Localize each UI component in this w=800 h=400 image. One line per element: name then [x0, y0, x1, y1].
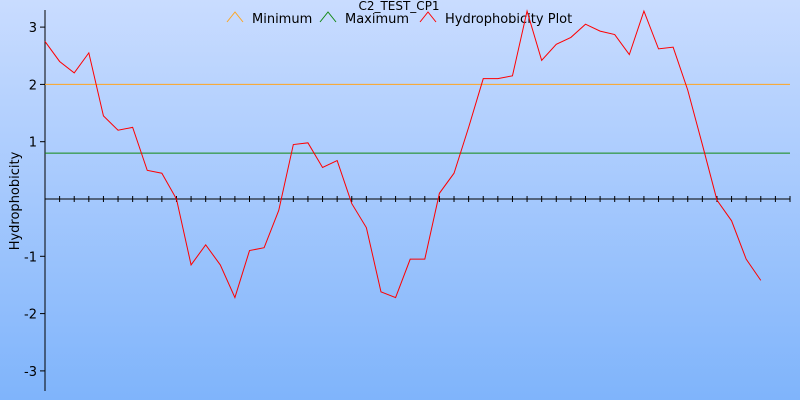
legend: Minimum Maximum Hydrophobicity Plot [226, 11, 572, 27]
y-tick-label: 1 [29, 136, 37, 151]
y-tick-label: -3 [24, 365, 37, 380]
legend-icon-minimum [226, 11, 244, 23]
hydrophobicity-chart: C2_TEST_CP1 Minimum Maximum Hydrophobici… [8, 0, 791, 391]
series-line-hydrophobicity-plot [44, 9, 762, 299]
legend-label-maximum: Maximum [345, 12, 409, 27]
legend-item-hydrophobicity-plot: Hydrophobicity Plot [419, 11, 572, 27]
series-layer [44, 9, 790, 299]
legend-item-minimum: Minimum [226, 11, 312, 27]
chart-canvas: C2_TEST_CP1 Minimum Maximum Hydrophobici… [0, 0, 800, 400]
y-tick-label: -1 [24, 250, 37, 265]
y-tick-label: -2 [24, 308, 37, 323]
legend-icon-maximum [319, 11, 337, 23]
legend-item-maximum: Maximum [319, 11, 409, 27]
y-axis-label: Hydrophobicity [8, 151, 23, 250]
y-tick-label: 3 [29, 21, 37, 36]
y-axis: 3 2 1 -1 -2 -3 [24, 10, 46, 391]
legend-label-minimum: Minimum [252, 12, 312, 27]
x-axis [44, 196, 791, 202]
y-tick-label: 2 [29, 78, 37, 93]
legend-label-hydrophobicity-plot: Hydrophobicity Plot [445, 12, 572, 27]
legend-icon-hydrophobicity-plot [419, 11, 437, 23]
